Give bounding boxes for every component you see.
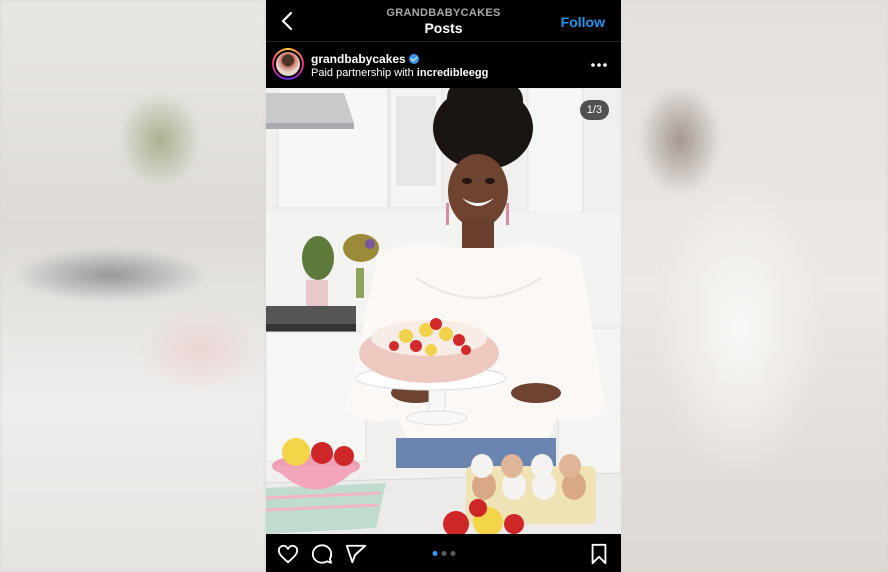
comment-icon[interactable] (311, 543, 333, 565)
avatar[interactable] (272, 48, 304, 80)
post-header: grandbabycakes Paid partnership with inc… (266, 42, 621, 88)
post-image (266, 88, 621, 534)
top-navigation-bar: GRANDBABYCAKES Posts Follow (266, 0, 621, 42)
carousel-dots (432, 551, 455, 556)
post-author[interactable]: grandbabycakes (311, 52, 419, 66)
bookmark-icon[interactable] (588, 543, 610, 565)
paid-partnership-label: Paid partnership with incredibleegg (311, 67, 488, 79)
partner-link[interactable]: incredibleegg (417, 67, 489, 79)
carousel-dot (432, 551, 437, 556)
carousel-dot (450, 551, 455, 556)
partnership-prefix: Paid partnership with (311, 67, 414, 79)
verified-badge-icon (408, 54, 419, 64)
heart-icon[interactable] (277, 543, 299, 565)
carousel-page-indicator: 1/3 (579, 100, 609, 120)
post-author-name[interactable]: grandbabycakes (311, 52, 406, 66)
blurred-background-right (620, 0, 888, 572)
blurred-background-left (0, 0, 266, 572)
send-icon[interactable] (345, 543, 367, 565)
follow-button[interactable]: Follow (561, 14, 605, 30)
instagram-post-view: GRANDBABYCAKES Posts Follow grandbabycak… (266, 0, 621, 572)
post-action-bar (266, 534, 621, 572)
more-dots-icon[interactable] (589, 55, 609, 75)
carousel-dot (441, 551, 446, 556)
post-photo[interactable]: 1/3 (266, 88, 621, 534)
